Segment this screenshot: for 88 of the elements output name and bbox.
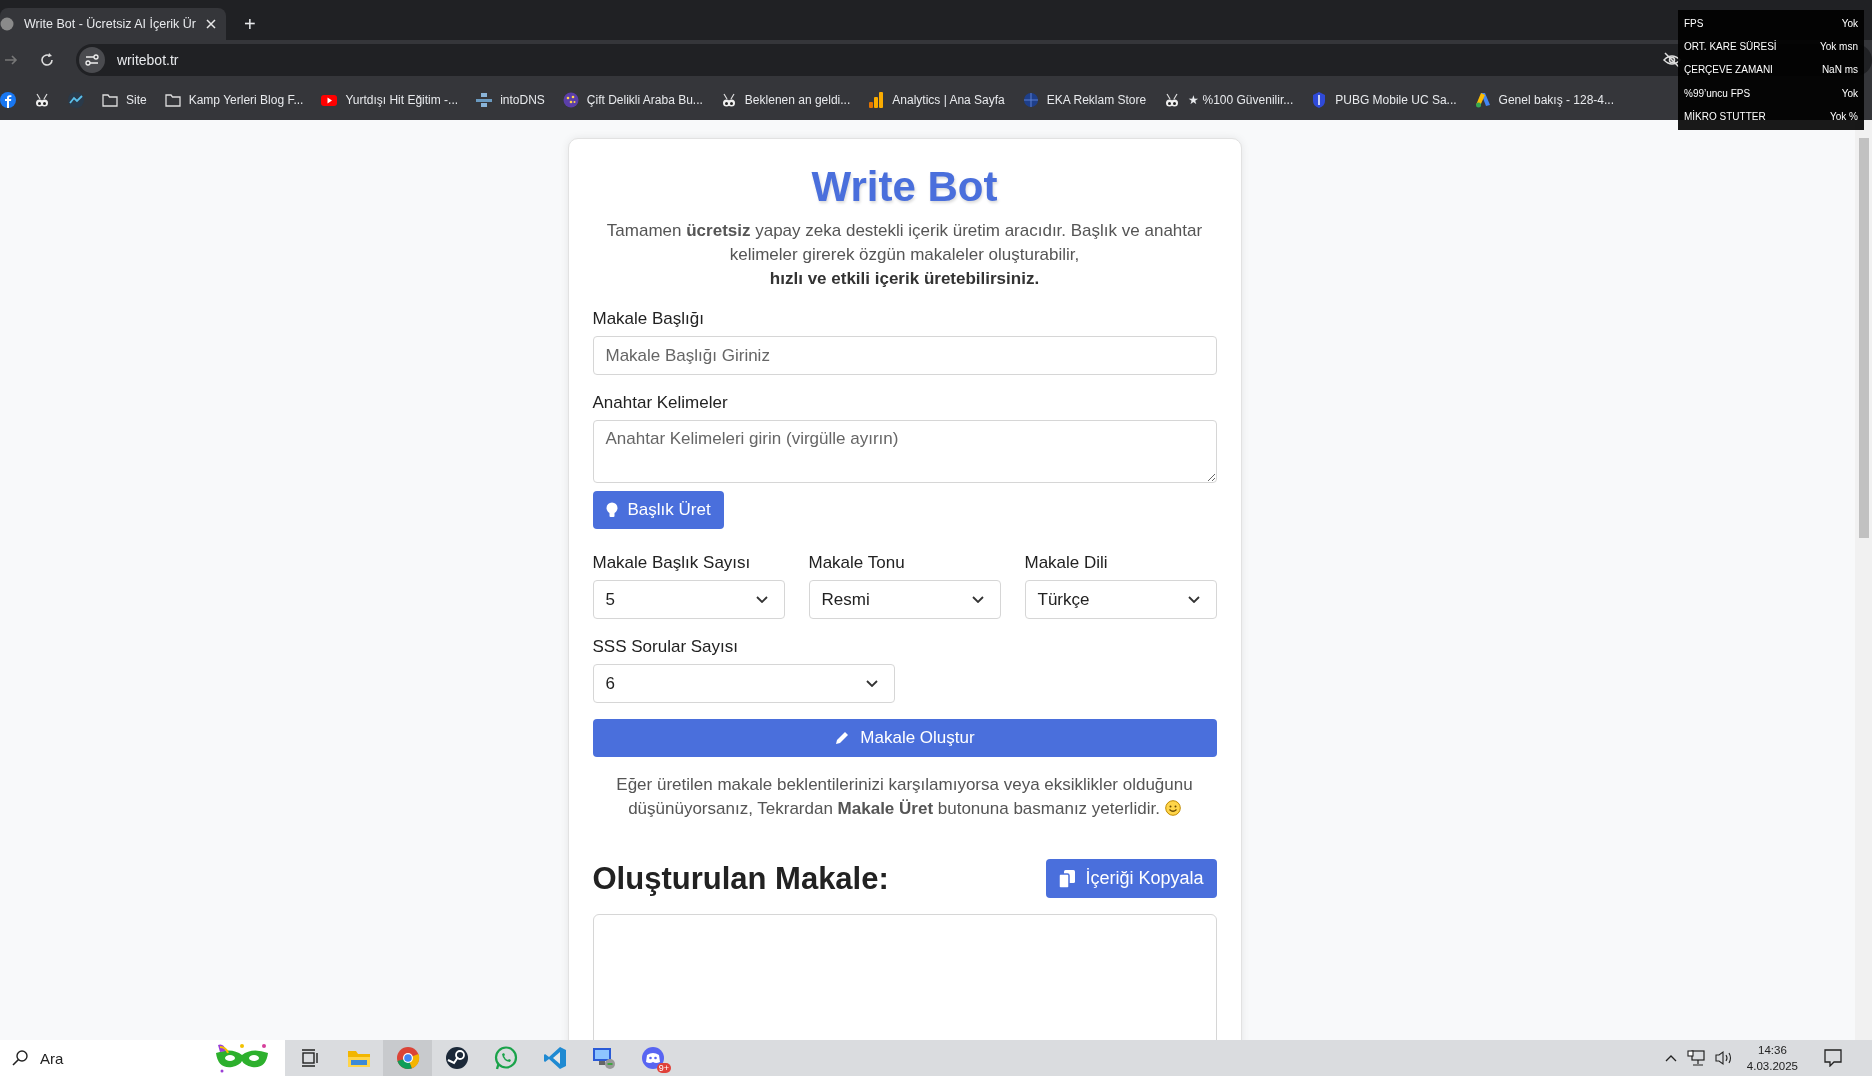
stat-value: Yok % [1830, 110, 1858, 122]
facebook-icon [0, 92, 16, 108]
close-icon[interactable] [206, 19, 216, 29]
field-label: Makale Tonu [808, 553, 906, 573]
title-input[interactable]: Makale Başlığı Giriniz [592, 336, 1217, 375]
ads-logo-icon [1474, 92, 1491, 108]
bookmark[interactable]: Site [102, 92, 147, 108]
stat-label: FPS [1684, 18, 1704, 30]
select-field[interactable]: Resmi [808, 580, 1001, 619]
chevron-up-icon[interactable] [1664, 1054, 1677, 1062]
search-icon [12, 1050, 28, 1066]
shield-icon [1311, 92, 1328, 108]
intro-highlight: hızlı ve etkili içerik üretebilirsiniz. [768, 268, 1041, 290]
bookmark[interactable]: Çift Delikli Araba Bu... [562, 92, 703, 108]
bookmark[interactable]: ★ %100 Güvenilir... [1164, 92, 1294, 108]
field-label: Anahtar Kelimeler [592, 393, 729, 413]
speaker-icon[interactable] [1714, 1050, 1733, 1066]
stat-value: Yok [1841, 87, 1858, 99]
bookmark[interactable]: EKA Reklam Store [1022, 92, 1147, 108]
bookmark[interactable]: Kamp Yerleri Blog F... [164, 92, 304, 108]
search-field[interactable]: Ara [0, 1040, 285, 1076]
reload-icon[interactable] [40, 53, 54, 67]
create-article-button[interactable]: Makale Oluştur [592, 719, 1217, 757]
generate-title-button[interactable]: Başlık Üret [592, 491, 724, 529]
url-text: writebot.tr [117, 52, 179, 68]
field-label: Makale Başlık Sayısı [592, 553, 752, 573]
stat-label: MİKRO STUTTER [1684, 110, 1766, 122]
section-heading: Oluşturulan Makale: [592, 860, 889, 897]
task-view-icon[interactable] [300, 1049, 319, 1067]
folder-icon [102, 92, 118, 108]
smiley-icon [1164, 800, 1181, 816]
stat-label: ÇERÇEVE ZAMANI [1684, 64, 1773, 76]
stat-label: ORT. KARE SÜRESİ [1684, 41, 1777, 53]
stat-label: %99’uncu FPS [1684, 87, 1751, 99]
critter-icon [1164, 92, 1181, 108]
select-field[interactable]: Türkçe [1024, 580, 1217, 619]
folder-icon[interactable] [346, 1048, 371, 1068]
new-tab-button[interactable]: + [234, 8, 266, 40]
critter-icon [34, 92, 50, 108]
dotted-circle-icon [562, 92, 579, 108]
field-label: SSS Sorular Sayısı [592, 637, 739, 657]
bookmark[interactable] [34, 92, 50, 108]
network-icon[interactable] [1686, 1050, 1705, 1066]
field-label: Makale Başlığı [592, 309, 705, 329]
stat-value: NaN ms [1821, 64, 1858, 76]
stat-value: Yok msn [1820, 41, 1858, 53]
network-icon [476, 92, 493, 108]
video-play-icon [321, 92, 338, 108]
keywords-input[interactable]: Anahtar Kelimeleri girin (virgülle ayırın) [592, 420, 1217, 483]
remote-desktop-icon[interactable] [591, 1046, 616, 1070]
field-label: Makale Dili [1024, 553, 1109, 573]
pencil-icon [834, 730, 851, 746]
copy-icon [1059, 869, 1076, 888]
bookmark[interactable] [0, 92, 16, 108]
lightbulb-icon [605, 502, 618, 518]
bookmark[interactable]: PUBG Mobile UC Sa... [1311, 92, 1457, 108]
trend-icon [68, 92, 84, 108]
bookmark[interactable]: Genel bakış - 128-4... [1474, 92, 1614, 108]
code-editor-icon[interactable] [542, 1046, 567, 1070]
scrollbar[interactable] [1855, 120, 1872, 1040]
bar-chart-icon [868, 92, 885, 108]
bookmark[interactable]: Beklenen an geldi... [720, 92, 851, 108]
stat-value: Yok [1841, 18, 1858, 30]
intro-text: Tamamen ücretsiz yapay zeka destekli içerik üretim aracıdır. Başlık ve anahtar kelimeler girerek özgün makaleler oluşturabilir, [605, 220, 1204, 266]
chevron-down-icon [971, 596, 984, 603]
site-settings-icon[interactable] [79, 47, 105, 73]
clock[interactable]: 14:36 4.03.2025 [1746, 1042, 1798, 1074]
hint-text: Eğer üretilen makale beklentilerinizi karşılamıyorsa veya eksiklikler olduğunu düşünüyorsanız, Tekrardan Makale Üret butonuna basmanız yeterlidir. [615, 774, 1194, 820]
chevron-down-icon [1187, 596, 1200, 603]
bookmark[interactable] [68, 92, 84, 108]
chevron-down-icon [865, 680, 878, 687]
select-field[interactable]: 5 [592, 580, 785, 619]
select-field[interactable]: 6 [592, 664, 895, 703]
bookmark[interactable]: intoDNS [476, 92, 545, 108]
chevron-down-icon [755, 596, 768, 603]
bookmark[interactable]: Yurtdışı Hit Eğitim -... [321, 92, 459, 108]
app-title: Write Bot [810, 162, 999, 212]
tab-title: Write Bot - Ücretsiz AI İçerik Ür [24, 17, 196, 31]
steam-icon[interactable] [444, 1046, 469, 1070]
forward-icon[interactable] [4, 53, 18, 67]
folder-icon [164, 92, 181, 108]
copy-button[interactable]: İçeriği Kopyala [1046, 859, 1217, 898]
notification-icon[interactable] [1824, 1049, 1842, 1067]
bookmark[interactable]: Analytics | Ana Sayfa [868, 92, 1005, 108]
notification-badge: 9+ [656, 1063, 671, 1073]
browser-tab[interactable]: Write Bot - Ücretsiz AI İçerik Ür [0, 8, 226, 40]
critter-icon [720, 92, 737, 108]
browser-icon[interactable] [395, 1046, 420, 1070]
